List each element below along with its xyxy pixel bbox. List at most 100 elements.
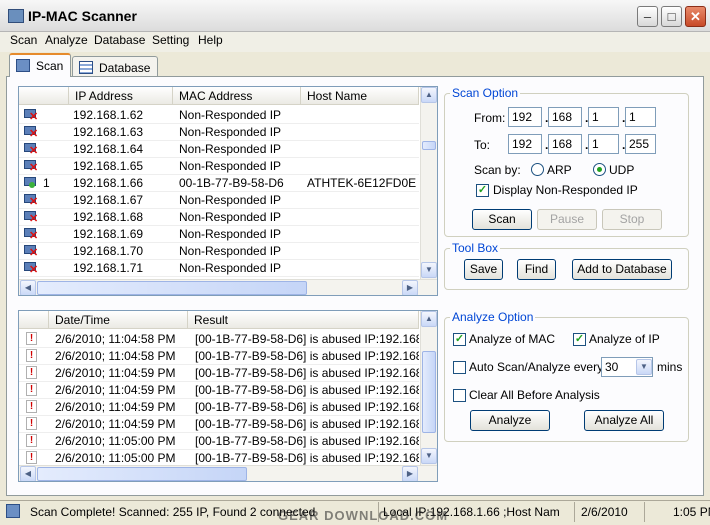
scroll-down-button[interactable]: ▼ (421, 448, 437, 464)
column-header-alert[interactable] (19, 311, 49, 329)
hscroll-thumb[interactable] (37, 467, 247, 481)
column-header-datetime[interactable]: Date/Time (49, 311, 188, 329)
scan-list-hscrollbar[interactable]: ◀ ▶ (19, 279, 437, 295)
to-ip-octet-2[interactable]: 168 (548, 134, 582, 154)
maximize-button[interactable]: □ (661, 6, 682, 27)
add-to-database-button[interactable]: Add to Database (572, 259, 672, 280)
mac-cell: Non-Responded IP (179, 125, 282, 139)
analyze-mac-checkbox[interactable]: ✓ (453, 333, 466, 346)
alert-icon: ! (26, 366, 37, 379)
scroll-up-button[interactable]: ▲ (421, 87, 437, 103)
table-row[interactable]: ! 2/6/2010; 11:04:59 PM [00-1B-77-B9-58-D6… (19, 416, 419, 433)
save-button[interactable]: Save (464, 259, 503, 280)
find-button[interactable]: Find (517, 259, 556, 280)
to-ip-octet-1[interactable]: 192 (508, 134, 542, 154)
menu-analyze[interactable]: Analyze (42, 33, 91, 47)
tab-scan[interactable]: Scan (9, 53, 71, 77)
scroll-thumb[interactable] (422, 351, 436, 433)
minimize-button[interactable]: – (637, 6, 658, 27)
table-row[interactable]: ! 2/6/2010; 11:04:58 PM [00-1B-77-B9-58-D6… (19, 348, 419, 365)
pause-button[interactable]: Pause (537, 209, 597, 230)
auto-scan-checkbox[interactable] (453, 361, 466, 374)
table-row[interactable]: ✕ 192.168.1.67 Non-Responded IP (19, 192, 419, 209)
table-row[interactable]: ✕ 192.168.1.65 Non-Responded IP (19, 158, 419, 175)
table-row[interactable]: ✕ 192.168.1.68 Non-Responded IP (19, 209, 419, 226)
table-row[interactable]: ✕ 192.168.1.63 Non-Responded IP (19, 124, 419, 141)
computer-offline-icon: ✕ (24, 126, 38, 140)
menu-database[interactable]: Database (91, 33, 148, 47)
close-button[interactable]: ✕ (685, 6, 706, 27)
analyze-list-vscrollbar[interactable]: ▲ ▼ (420, 311, 437, 465)
menu-setting[interactable]: Setting (149, 33, 192, 47)
table-row[interactable]: ✕ 192.168.1.62 Non-Responded IP (19, 107, 419, 124)
window-title: IP-MAC Scanner (28, 8, 137, 24)
chevron-down-icon[interactable]: ▼ (636, 359, 652, 375)
scroll-left-button[interactable]: ◀ (20, 466, 36, 481)
mac-cell: Non-Responded IP (179, 261, 282, 275)
analyze-results-list[interactable]: Date/Time Result ! 2/6/2010; 11:04:58 PM [… (18, 310, 438, 482)
scroll-up-button[interactable]: ▲ (421, 311, 437, 327)
analyze-ip-checkbox[interactable]: ✓ (573, 333, 586, 346)
table-row[interactable]: ✕ 192.168.1.64 Non-Responded IP (19, 141, 419, 158)
from-ip-octet-2[interactable]: 168 (548, 107, 582, 127)
column-header-mac[interactable]: MAC Address (173, 87, 301, 105)
hscroll-thumb[interactable] (37, 281, 307, 295)
clear-all-checkbox[interactable] (453, 389, 466, 402)
scan-option-title: Scan Option (450, 86, 521, 100)
tab-database[interactable]: Database (72, 56, 158, 78)
scan-button[interactable]: Scan (472, 209, 532, 230)
column-header-result[interactable]: Result (188, 311, 419, 329)
table-row[interactable]: ! 2/6/2010; 11:04:59 PM [00-1B-77-B9-58-D6… (19, 399, 419, 416)
computer-offline-icon: ✕ (24, 228, 38, 242)
ip-cell: 192.168.1.70 (73, 244, 144, 258)
scroll-right-button[interactable]: ▶ (402, 466, 418, 481)
scan-list-vscrollbar[interactable]: ▲ ▼ (420, 87, 437, 279)
datetime-cell: 2/6/2010; 11:05:00 PM (55, 434, 176, 448)
table-row[interactable]: ! 2/6/2010; 11:04:59 PM [00-1B-77-B9-58-D6… (19, 382, 419, 399)
scroll-right-button[interactable]: ▶ (402, 280, 418, 295)
display-nonresponded-checkbox[interactable]: ✓ (476, 184, 489, 197)
computer-offline-icon: ✕ (24, 143, 38, 157)
mac-cell: Non-Responded IP (179, 159, 282, 173)
auto-scan-label: Auto Scan/Analyze every (469, 360, 604, 374)
to-ip-octet-4[interactable]: 255 (625, 134, 656, 154)
watermark: GEAR DOWNLOAD.COM (278, 508, 449, 523)
menu-scan[interactable]: Scan (7, 33, 40, 47)
scroll-thumb[interactable] (422, 141, 436, 150)
result-cell: [00-1B-77-B9-58-D6] is abused IP:192.168… (195, 332, 419, 346)
scan-by-label: Scan by: (474, 163, 521, 177)
from-ip-octet-3[interactable]: 1 (588, 107, 619, 127)
table-row[interactable]: ! 2/6/2010; 11:04:58 PM [00-1B-77-B9-58-D6… (19, 331, 419, 348)
stop-button[interactable]: Stop (602, 209, 662, 230)
column-header-icon[interactable] (19, 87, 69, 105)
table-row[interactable]: ✕ 192.168.1.69 Non-Responded IP (19, 226, 419, 243)
datetime-cell: 2/6/2010; 11:04:59 PM (55, 383, 176, 397)
udp-radio[interactable] (593, 163, 606, 176)
table-row[interactable]: ! 2/6/2010; 11:04:59 PM [00-1B-77-B9-58-D6… (19, 365, 419, 382)
scroll-left-button[interactable]: ◀ (20, 280, 36, 295)
computer-offline-icon: ✕ (24, 211, 38, 225)
ip-cell: 192.168.1.64 (73, 142, 144, 156)
tab-scan-label: Scan (36, 59, 64, 73)
table-row[interactable]: ✕ 192.168.1.70 Non-Responded IP (19, 243, 419, 260)
status-icon (6, 504, 20, 518)
analyze-list-hscrollbar[interactable]: ◀ ▶ (19, 465, 437, 481)
analyze-all-button[interactable]: Analyze All (584, 410, 664, 431)
column-header-host[interactable]: Host Name (301, 87, 419, 105)
scan-results-list[interactable]: IP Address MAC Address Host Name ✕ 192.16… (18, 86, 438, 296)
table-row[interactable]: 1 192.168.1.66 00-1B-77-B9-58-D6 ATHTEK-6E1… (19, 175, 419, 192)
column-header-ip[interactable]: IP Address (69, 87, 173, 105)
table-row[interactable]: ✕ 192.168.1.71 Non-Responded IP (19, 260, 419, 277)
display-nonresponded-label: Display Non-Responded IP (493, 183, 638, 197)
menu-help[interactable]: Help (195, 33, 226, 47)
from-ip-octet-1[interactable]: 192 (508, 107, 542, 127)
computer-online-icon (24, 177, 38, 189)
table-row[interactable]: ! 2/6/2010; 11:05:00 PM [00-1B-77-B9-58-D6… (19, 433, 419, 450)
from-ip-octet-4[interactable]: 1 (625, 107, 656, 127)
ip-cell: 192.168.1.71 (73, 261, 144, 275)
scroll-down-button[interactable]: ▼ (421, 262, 437, 278)
to-ip-octet-3[interactable]: 1 (588, 134, 619, 154)
analyze-button[interactable]: Analyze (470, 410, 550, 431)
arp-radio[interactable] (531, 163, 544, 176)
interval-select[interactable]: 30 ▼ (601, 357, 653, 377)
